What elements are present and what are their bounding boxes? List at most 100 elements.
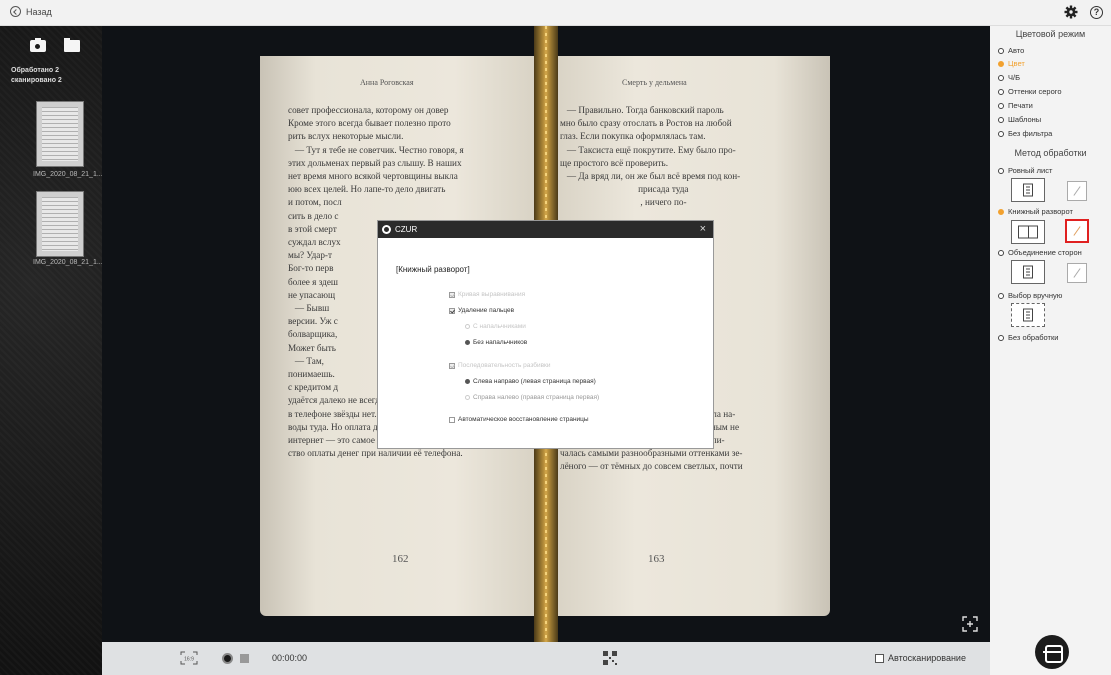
stop-button[interactable] — [240, 654, 249, 663]
flat-sheet-button[interactable] — [1011, 178, 1045, 202]
book-spread-button[interactable] — [1011, 220, 1045, 244]
color-mode-templates[interactable]: Шаблоны — [998, 115, 1041, 124]
thumbnail-label: IMG_2020_08_21_1... — [33, 259, 103, 266]
book-spread-settings-button[interactable] — [1065, 219, 1089, 243]
scanned-count: сканировано 2 — [11, 77, 62, 84]
processed-count: Обработано 2 — [11, 67, 60, 74]
color-mode-stamps[interactable]: Печати — [998, 101, 1033, 110]
process-flat-sheet[interactable]: Ровный лист — [998, 166, 1052, 175]
radio-icon — [998, 249, 1004, 256]
color-mode-auto[interactable]: Авто — [998, 46, 1024, 55]
right-page-number: 163 — [648, 553, 665, 565]
color-mode-grayscale[interactable]: Оттенки серого — [998, 87, 1062, 96]
color-mode-no-filter[interactable]: Без фильтра — [998, 129, 1052, 138]
auto-restore-option[interactable]: Автоматическое восстановление страницы — [449, 416, 589, 423]
left-page-header: Анна Роговская — [360, 78, 414, 87]
checkbox-icon — [449, 291, 455, 298]
option-label: Удаление пальцев — [458, 307, 515, 314]
dialog-titlebar: CZUR × — [378, 221, 713, 238]
right-panel: Цветовой режим Авто Цвет Ч/Б Оттенки сер… — [990, 26, 1111, 675]
option-label: Печати — [1008, 101, 1033, 110]
back-label: Назад — [26, 6, 52, 17]
top-bar: Назад ? — [0, 0, 1111, 26]
merge-sides-manual-button[interactable] — [1067, 263, 1087, 283]
color-mode-color[interactable]: Цвет — [998, 59, 1025, 68]
radio-icon — [998, 88, 1004, 95]
option-label: Без напальчников — [473, 339, 528, 346]
left-page-number: 162 — [392, 553, 409, 565]
radio-icon — [465, 324, 470, 329]
checkbox-icon — [449, 307, 455, 314]
thumbnail-label: IMG_2020_08_21_1... — [33, 171, 103, 178]
option-label: Ч/Б — [1008, 73, 1021, 82]
thumbnail-2[interactable] — [36, 191, 84, 257]
record-button[interactable] — [222, 653, 233, 664]
pencil-icon — [1073, 186, 1081, 196]
qr-code-icon[interactable] — [602, 650, 618, 666]
process-manual-select[interactable]: Выбор вручную — [998, 291, 1062, 300]
folder-icon[interactable] — [64, 38, 80, 52]
thumbnail-1[interactable] — [36, 101, 84, 167]
help-icon[interactable]: ? — [1090, 5, 1103, 19]
book-icon — [1018, 225, 1038, 239]
without-fingertips-option[interactable]: Без напальчников — [465, 339, 527, 346]
fullscreen-icon[interactable] — [962, 616, 978, 632]
autoscan-checkbox[interactable] — [875, 654, 884, 663]
radio-icon — [998, 167, 1004, 174]
color-mode-bw[interactable]: Ч/Б — [998, 73, 1020, 82]
radio-selected-icon — [465, 340, 470, 345]
dialog-heading: [Книжный разворот] — [396, 265, 470, 274]
option-label: Без фильтра — [1008, 129, 1053, 138]
scan-stats: Обработано 2 сканировано 2 — [11, 66, 62, 86]
option-label: С напальчниками — [473, 323, 526, 330]
option-label: Книжный разворот — [1008, 207, 1073, 216]
pencil-icon — [1073, 268, 1081, 278]
svg-text:16:9: 16:9 — [184, 657, 194, 663]
radio-selected-icon — [465, 379, 470, 384]
left-to-right-option[interactable]: Слева направо (левая страница первая) — [465, 378, 596, 385]
option-label: Цвет — [1008, 59, 1025, 68]
radio-icon — [465, 395, 470, 400]
dialog-body: [Книжный разворот] Кривая выравнивания У… — [378, 238, 713, 448]
back-button[interactable]: Назад — [10, 6, 52, 17]
radio-icon — [998, 74, 1004, 81]
bottom-bar: 16:9 00:00:00 Автосканирование — [102, 642, 990, 675]
book-spread-dialog: CZUR × [Книжный разворот] Кривая выравни… — [378, 221, 713, 448]
pencil-icon — [1073, 226, 1081, 236]
process-merge-sides[interactable]: Объединение сторон — [998, 248, 1082, 257]
page-ratio-icon[interactable]: 16:9 — [180, 651, 198, 665]
with-fingertips-option[interactable]: С напальчниками — [465, 323, 526, 330]
radio-selected-icon — [998, 208, 1004, 215]
option-label: Объединение сторон — [1008, 248, 1082, 257]
gear-icon[interactable] — [1064, 5, 1078, 19]
process-none[interactable]: Без обработки — [998, 333, 1058, 342]
scan-button[interactable] — [1035, 635, 1069, 669]
close-icon[interactable]: × — [700, 223, 706, 235]
finger-removal-option[interactable]: Удаление пальцев — [449, 307, 514, 314]
checkbox-icon — [449, 416, 455, 423]
process-book-spread[interactable]: Книжный разворот — [998, 207, 1073, 216]
radio-icon — [998, 334, 1004, 341]
option-label: Последовательность разбивки — [458, 362, 551, 369]
page-order-option: Последовательность разбивки — [449, 362, 551, 369]
autoscan-label: Автосканирование — [888, 653, 966, 663]
option-label: Выбор вручную — [1008, 291, 1063, 300]
czur-logo-icon — [382, 225, 391, 234]
option-label: Без обработки — [1008, 333, 1059, 342]
right-to-left-option[interactable]: Справа налево (правая страница первая) — [465, 394, 599, 401]
option-label: Оттенки серого — [1008, 87, 1062, 96]
camera-icon[interactable] — [30, 38, 46, 52]
option-label: Автоматическое восстановление страницы — [458, 416, 589, 423]
option-label: Авто — [1008, 46, 1025, 55]
left-sidebar: Обработано 2 сканировано 2 IMG_2020_08_2… — [0, 26, 103, 675]
document-icon — [1023, 183, 1033, 197]
checkbox-icon — [449, 362, 455, 369]
option-label: Шаблоны — [1008, 115, 1042, 124]
flat-sheet-manual-button[interactable] — [1067, 181, 1087, 201]
curve-correction-option: Кривая выравнивания — [449, 291, 525, 298]
color-mode-title: Цветовой режим — [1015, 29, 1086, 39]
manual-select-button[interactable] — [1011, 303, 1045, 327]
option-label: Кривая выравнивания — [458, 291, 526, 298]
merge-sides-button[interactable] — [1011, 260, 1045, 284]
radio-icon — [998, 130, 1004, 137]
